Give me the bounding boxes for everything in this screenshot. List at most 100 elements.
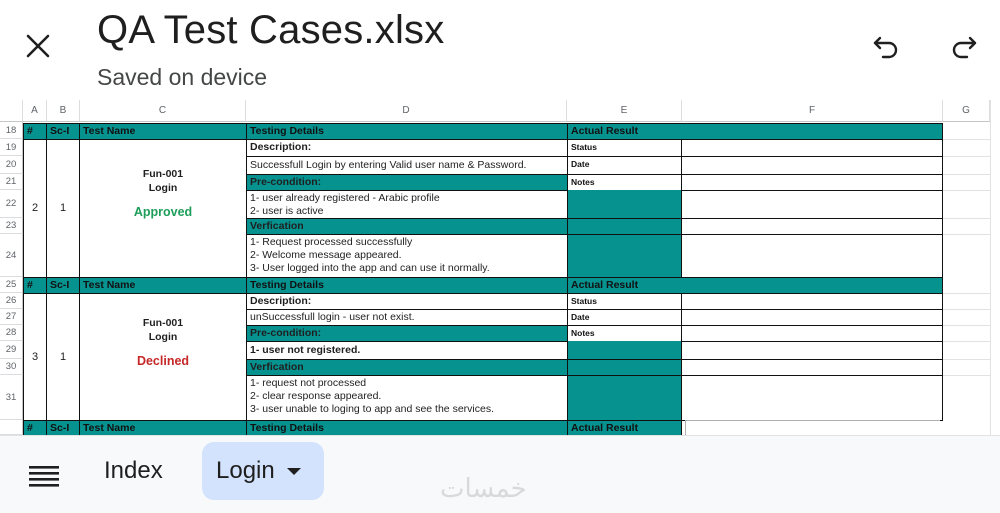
case-test-name-cell[interactable]: Fun-001 Login Approved [79, 139, 247, 278]
header-sc[interactable]: Sc-I [46, 277, 80, 294]
file-title: QA Test Cases.xlsx [97, 8, 445, 52]
row-header-29[interactable]: 29 [0, 341, 23, 359]
verification-line: 2- Welcome message appeared. [250, 248, 402, 261]
result-notes-label[interactable]: Notes [567, 325, 682, 342]
row-header-23[interactable]: 23 [0, 218, 23, 234]
result-notes-value[interactable] [681, 174, 943, 191]
row-header-31[interactable]: 31 [0, 375, 23, 420]
header-num[interactable]: # [23, 277, 47, 294]
header-testing-details[interactable]: Testing Details [246, 420, 568, 435]
precondition-label[interactable]: Pre-condition: [246, 174, 568, 191]
case-number[interactable]: 2 [23, 139, 47, 278]
header-test-name[interactable]: Test Name [79, 420, 247, 435]
header-sc[interactable]: Sc-I [46, 123, 80, 140]
result-date-label[interactable]: Date [567, 156, 682, 175]
result-status-value[interactable] [681, 293, 943, 310]
precondition-label[interactable]: Pre-condition: [246, 325, 568, 342]
result-date-label[interactable]: Date [567, 309, 682, 326]
description-label[interactable]: Description: [246, 139, 568, 157]
description-text[interactable]: Successfull Login by entering Valid user… [246, 156, 568, 175]
precondition-text[interactable]: 1- user not registered. [246, 341, 568, 360]
menu-icon [29, 466, 59, 487]
row-header-28[interactable]: 28 [0, 325, 23, 341]
undo-button[interactable] [866, 26, 906, 66]
row-header-25[interactable]: 25 [0, 277, 23, 293]
row-header-27[interactable]: 27 [0, 309, 23, 325]
precondition-line: 1- user already registered - Arabic prof… [250, 192, 440, 204]
header-sc[interactable]: Sc-I [46, 420, 80, 435]
result-date-value[interactable] [681, 156, 943, 175]
test-id: Fun-001 [142, 168, 184, 180]
undo-icon [873, 36, 898, 59]
row-header-22[interactable]: 22 [0, 190, 23, 218]
chevron-down-icon[interactable] [286, 467, 301, 475]
precondition-text[interactable]: 1- user already registered - Arabic prof… [246, 190, 568, 219]
result-notes-value[interactable] [681, 325, 943, 342]
precondition-line: 2- user is active [250, 204, 324, 217]
tab-login-label: Login [216, 457, 275, 484]
status-badge: Declined [136, 354, 190, 368]
column-header-a[interactable]: A [23, 100, 47, 122]
result-status-label[interactable]: Status [567, 139, 682, 157]
case-number[interactable]: 3 [23, 293, 47, 421]
spreadsheet-grid[interactable]: A B C D E F G 18 19 20 21 22 23 24 25 26… [0, 100, 1000, 435]
row-header-20[interactable]: 20 [0, 156, 23, 174]
tab-login[interactable]: Login [202, 442, 324, 500]
verification-line: 2- clear response appeared. [250, 389, 382, 402]
column-header-c[interactable]: C [80, 100, 246, 122]
result-notes-value[interactable] [681, 341, 943, 360]
result-notes-value[interactable] [681, 375, 943, 421]
result-notes-value[interactable] [681, 234, 943, 278]
verification-text[interactable]: 1- request not processed 2- clear respon… [246, 375, 568, 421]
empty-cell[interactable] [685, 420, 940, 435]
header-testing-details[interactable]: Testing Details [246, 123, 568, 140]
result-notes-value[interactable] [681, 218, 943, 235]
verification-line: 3- user unable to loging to app and see … [250, 402, 494, 415]
row-header-19[interactable]: 19 [0, 139, 23, 156]
row-header-32[interactable] [0, 420, 23, 435]
header-test-name[interactable]: Test Name [79, 123, 247, 140]
column-header-d[interactable]: D [246, 100, 567, 122]
verification-line: 3- User logged into the app and can use … [250, 261, 490, 274]
row-header-21[interactable]: 21 [0, 174, 23, 190]
verification-line: 1- Request processed successfully [250, 236, 413, 248]
description-text[interactable]: unSuccessfull login - user not exist. [246, 309, 568, 326]
verification-label[interactable]: Verfication [246, 359, 568, 376]
column-header-g[interactable]: G [943, 100, 990, 122]
row-header-26[interactable]: 26 [0, 293, 23, 309]
description-label[interactable]: Description: [246, 293, 568, 310]
all-sheets-button[interactable] [26, 462, 62, 490]
sheet-tab-bar: Index Login خمسات [0, 435, 1000, 513]
close-button[interactable] [18, 26, 58, 66]
header-actual-result[interactable]: Actual Result [567, 123, 943, 140]
header-testing-details[interactable]: Testing Details [246, 277, 568, 294]
row-header-24[interactable]: 24 [0, 234, 23, 277]
column-header-b[interactable]: B [47, 100, 80, 122]
tab-index[interactable]: Index [90, 448, 177, 494]
verification-label[interactable]: Verfication [246, 218, 568, 235]
column-header-e[interactable]: E [567, 100, 682, 122]
corner-cell[interactable] [0, 100, 23, 122]
result-notes-value[interactable] [681, 359, 943, 376]
verification-text[interactable]: 1- Request processed successfully 2- Wel… [246, 234, 568, 278]
case-sc[interactable]: 1 [46, 293, 80, 421]
result-status-label[interactable]: Status [567, 293, 682, 310]
header-num[interactable]: # [23, 420, 47, 435]
result-status-value[interactable] [681, 139, 943, 157]
row-header-18[interactable]: 18 [0, 122, 23, 139]
row-header-30[interactable]: 30 [0, 359, 23, 375]
result-notes-label[interactable]: Notes [567, 174, 682, 191]
result-date-value[interactable] [681, 309, 943, 326]
header-num[interactable]: # [23, 123, 47, 140]
result-notes-area[interactable] [567, 341, 682, 421]
column-header-f[interactable]: F [682, 100, 943, 122]
header-actual-result[interactable]: Actual Result [567, 277, 943, 294]
header-actual-result[interactable]: Actual Result [567, 420, 682, 435]
redo-button[interactable] [944, 26, 984, 66]
case-sc[interactable]: 1 [46, 139, 80, 278]
result-notes-value[interactable] [681, 190, 943, 219]
header-test-name[interactable]: Test Name [79, 277, 247, 294]
save-status: Saved on device [97, 64, 268, 90]
case-test-name-cell[interactable]: Fun-001 Login Declined [79, 293, 247, 421]
test-name: Login [148, 182, 178, 194]
